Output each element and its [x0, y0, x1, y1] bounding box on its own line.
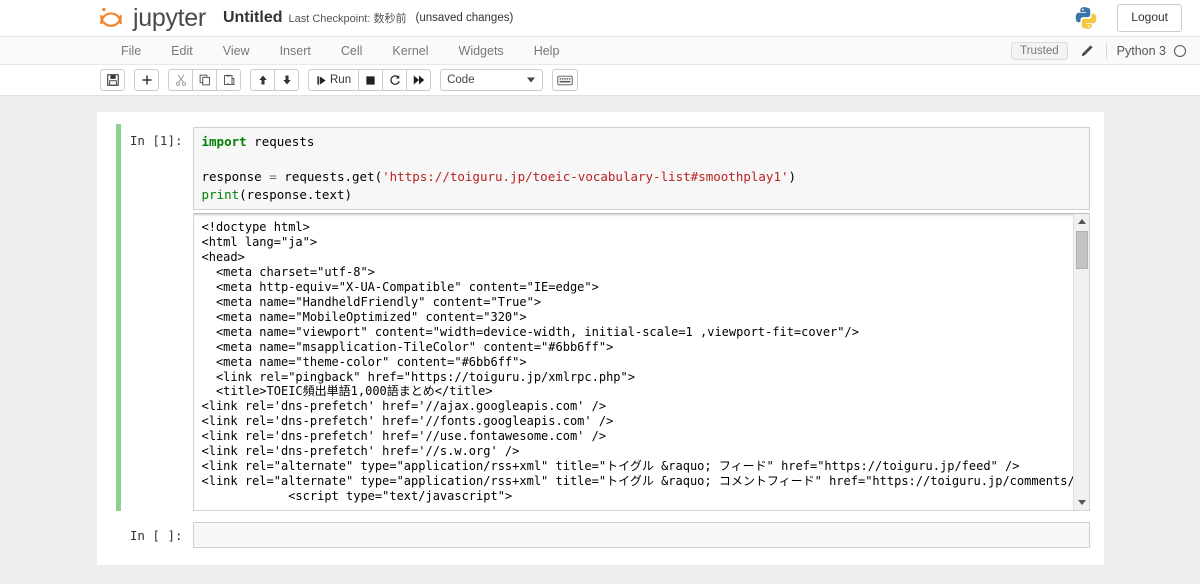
- scroll-down-arrow-icon[interactable]: [1074, 495, 1089, 510]
- cell-input-prompt: In [1]:: [129, 133, 183, 148]
- menu-item-edit[interactable]: Edit: [156, 37, 208, 64]
- run-cell-button[interactable]: Run: [308, 69, 360, 91]
- toolbar-group-insert: [134, 69, 159, 91]
- menu-item-cell[interactable]: Cell: [326, 37, 378, 64]
- menu-item-view[interactable]: View: [208, 37, 265, 64]
- trusted-badge[interactable]: Trusted: [1011, 41, 1068, 60]
- output-scrollbar[interactable]: [1072, 214, 1089, 510]
- paste-button[interactable]: [216, 69, 241, 91]
- restart-kernel-button[interactable]: [382, 69, 408, 91]
- python-logo-icon: [1073, 5, 1099, 31]
- toolbar-group-move: [250, 69, 299, 91]
- interrupt-kernel-button[interactable]: [358, 69, 384, 91]
- cell-output-row: <!doctype html> <html lang="ja"> <head> …: [111, 213, 1090, 511]
- cell-spacer: [111, 511, 1090, 519]
- run-play-icon: [317, 75, 326, 85]
- notebook-header: jupyter Untitled Last Checkpoint: 数秒前 (u…: [0, 0, 1200, 37]
- menu-bar-right-group: Trusted Python 3: [1011, 37, 1186, 64]
- cell-type-value: Code: [447, 74, 475, 86]
- chevron-down-icon: [527, 77, 536, 83]
- code-text: import requests response = requests.get(…: [201, 134, 797, 202]
- code-cell-empty[interactable]: In [ ]:: [111, 519, 1090, 551]
- divider: [1105, 42, 1107, 59]
- move-cell-down-button[interactable]: [274, 69, 299, 91]
- restart-and-run-all-button[interactable]: [406, 69, 432, 91]
- notebook-container: In [1]: import requests response = reque…: [96, 112, 1104, 565]
- output-stream-text: <!doctype html> <html lang="ja"> <head> …: [201, 220, 1073, 504]
- menu-item-insert[interactable]: Insert: [265, 37, 326, 64]
- code-editor-empty[interactable]: [192, 522, 1090, 548]
- notebook-title[interactable]: Untitled: [223, 9, 283, 27]
- save-button[interactable]: [100, 69, 125, 91]
- logout-button[interactable]: Logout: [1117, 4, 1182, 32]
- cut-button[interactable]: [168, 69, 193, 91]
- menu-item-kernel[interactable]: Kernel: [377, 37, 443, 64]
- scrollbar-thumb[interactable]: [1075, 231, 1088, 269]
- output-scroll-area[interactable]: <!doctype html> <html lang="ja"> <head> …: [192, 213, 1090, 511]
- toolbar-group-run: Run: [308, 69, 432, 91]
- header-right-group: Logout: [1073, 4, 1182, 32]
- code-editor[interactable]: import requests response = requests.get(…: [192, 127, 1090, 210]
- insert-cell-below-button[interactable]: [134, 69, 159, 91]
- output-prompt-spacer: [111, 213, 193, 511]
- pencil-icon[interactable]: [1080, 44, 1094, 58]
- jupyter-logo-icon: [98, 5, 124, 31]
- menu-item-widgets[interactable]: Widgets: [444, 37, 519, 64]
- save-status-label: (unsaved changes): [415, 12, 514, 24]
- last-checkpoint-label: Last Checkpoint: 数秒前: [288, 13, 407, 25]
- kernel-name-label: Python 3: [1116, 43, 1166, 58]
- kernel-idle-circle-icon[interactable]: [1174, 44, 1186, 57]
- run-button-label: Run: [330, 74, 352, 86]
- jupyter-logo-link[interactable]: jupyter: [98, 5, 206, 31]
- menu-item-file[interactable]: File: [106, 37, 156, 64]
- code-cell[interactable]: In [1]: import requests response = reque…: [111, 124, 1090, 213]
- cell-input-prompt-empty: In [ ]:: [129, 528, 183, 543]
- jupyter-wordmark: jupyter: [133, 3, 206, 32]
- notebook-toolbar: Run Code: [0, 65, 1200, 96]
- notebook-page-background: In [1]: import requests response = reque…: [0, 96, 1200, 584]
- toolbar-group-save: [100, 69, 125, 91]
- cell-type-select[interactable]: Code: [440, 69, 544, 91]
- menu-bar: File Edit View Insert Cell Kernel Widget…: [0, 37, 1200, 65]
- copy-button[interactable]: [192, 69, 217, 91]
- menu-item-help[interactable]: Help: [519, 37, 575, 64]
- command-palette-button[interactable]: [552, 69, 579, 91]
- move-cell-up-button[interactable]: [250, 69, 275, 91]
- toolbar-group-palette: [552, 69, 579, 91]
- scroll-up-arrow-icon[interactable]: [1074, 214, 1089, 229]
- toolbar-group-clipboard: [168, 69, 241, 91]
- output-content: <!doctype html> <html lang="ja"> <head> …: [194, 214, 1073, 510]
